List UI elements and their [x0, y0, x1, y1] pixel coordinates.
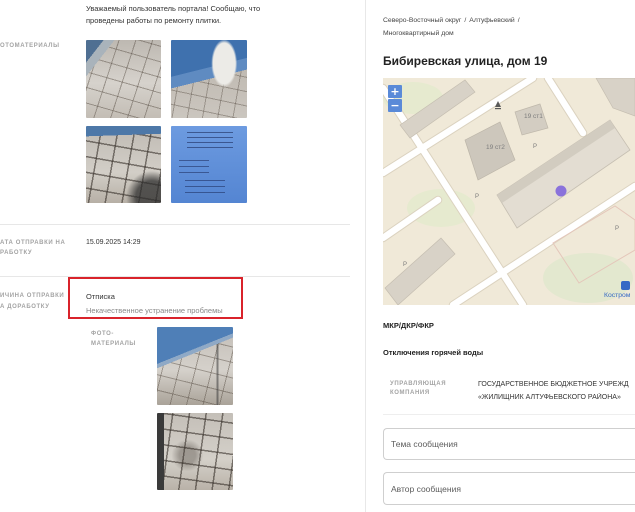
management-company-value: ГОСУДАРСТВЕННОЕ БЮДЖЕТНОЕ УЧРЕЖД: [478, 380, 629, 388]
report-message-line: Уважаемый пользователь портала! Сообщаю,…: [86, 3, 261, 13]
breadcrumb-separator: /: [464, 16, 467, 24]
message-author-input[interactable]: [383, 472, 635, 505]
revision-date-label: РАБОТКУ: [0, 250, 33, 256]
outage-title: Отключения горячей воды: [383, 347, 484, 357]
photo-thumbnail[interactable]: [86, 40, 161, 118]
report-message-line: проведены работы по ремонту плитки.: [86, 15, 222, 25]
breadcrumb-separator: /: [517, 16, 520, 24]
revision-reason-label: А ДОРАБОТКУ: [0, 304, 50, 310]
management-company-label: КОМПАНИЯ: [390, 390, 430, 396]
revision-reason-label: ИЧИНА ОТПРАВКИ: [0, 293, 65, 299]
building-label: 19 ст2: [486, 144, 505, 151]
photo-thumbnail[interactable]: [157, 413, 233, 490]
reason-photos-label: МАТЕРИАЛЫ: [91, 340, 136, 347]
revision-date-label: АТА ОТПРАВКИ НА: [0, 240, 66, 246]
section-divider: [0, 224, 350, 225]
management-company-value: «ЖИЛИЩНИК АЛТУФЬЕВСКОГО РАЙОНА»: [478, 393, 621, 401]
zoom-out-button[interactable]: −: [388, 99, 402, 112]
section-divider: [383, 414, 635, 415]
parking-marker: P: [403, 262, 407, 268]
zoom-in-button[interactable]: +: [388, 85, 402, 98]
photo-thumbnail[interactable]: [86, 126, 161, 203]
reason-photos-label: ФОТО-: [91, 330, 114, 337]
location-marker[interactable]: [555, 185, 567, 197]
revision-reason-title: Отписка: [86, 291, 115, 301]
building-label: 19 ст1: [524, 113, 543, 120]
map-canvas: 19 ст1 19 ст2 P P P P: [383, 78, 635, 305]
photo-thumbnail[interactable]: [171, 40, 247, 118]
page-title: Бибиревская улица, дом 19: [383, 54, 548, 68]
message-subject-input[interactable]: [383, 428, 635, 460]
breadcrumb-item-district[interactable]: Северо-Восточный округ: [383, 17, 461, 24]
map-provider-logo-icon[interactable]: [621, 281, 630, 290]
breadcrumb-item-area[interactable]: Алтуфьевский: [469, 17, 514, 24]
revision-date-value: 15.09.2025 14:29: [86, 238, 141, 246]
panel-divider: [365, 0, 366, 512]
parking-marker: P: [533, 144, 537, 150]
program-tag: МКР/ДКР/ФКР: [383, 320, 434, 330]
revision-reason-description: Некачественное устранение проблемы: [86, 305, 223, 315]
breadcrumb: Северо-Восточный округ / Алтуфьевский /: [383, 16, 523, 25]
landmark-icon-base: [495, 108, 501, 110]
map-attribution[interactable]: Костром: [604, 291, 630, 300]
document-scan-thumbnail[interactable]: [171, 126, 247, 203]
photos-label: ОТОМАТЕРИАЛЫ: [0, 43, 60, 49]
breadcrumb-item-building-type[interactable]: Многоквартирный дом: [383, 30, 454, 37]
map[interactable]: 19 ст1 19 ст2 P P P P + − Костром: [383, 78, 635, 305]
parking-marker: P: [475, 194, 479, 200]
parking-marker: P: [615, 226, 619, 232]
breadcrumb: Многоквартирный дом: [383, 29, 454, 38]
page: Уважаемый пользователь портала! Сообщаю,…: [0, 0, 635, 512]
photo-thumbnail[interactable]: [157, 327, 233, 405]
